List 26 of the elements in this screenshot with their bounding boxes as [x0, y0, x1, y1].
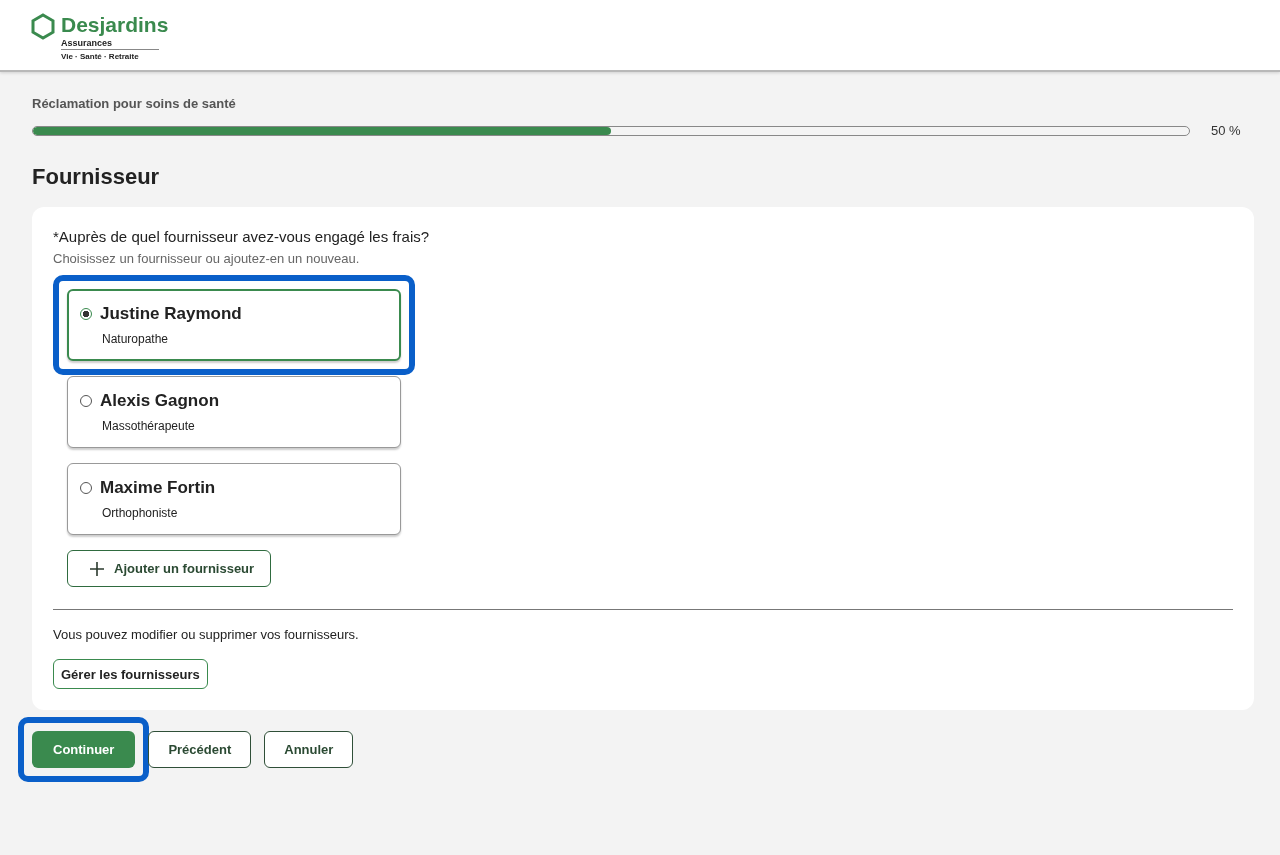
continue-button[interactable]: Continuer [32, 731, 136, 768]
question-label: *Auprès de quel fournisseur avez-vous engagé les frais? [53, 228, 431, 245]
logo-wordmark: Desjardins [61, 12, 169, 38]
provider-role: Massothérapeute [101, 419, 196, 433]
page-heading: Fournisseur [32, 164, 161, 190]
plus-icon [90, 561, 104, 576]
add-provider-button[interactable]: Ajouter un fournisseur [67, 550, 272, 587]
question-hint: Choisissez un fournisseur ou ajoutez-en un nouveau. [53, 251, 361, 266]
provider-option[interactable]: Maxime Fortin Orthophoniste [67, 463, 401, 535]
provider-name: Justine Raymond [100, 304, 242, 324]
provider-role: Naturopathe [101, 332, 170, 346]
progress-reading: 50 % [1211, 123, 1241, 138]
logo-tagline: Vie · Santé · Retraite [61, 52, 140, 61]
manage-providers-button[interactable]: Gérer les fournisseurs [53, 659, 208, 689]
provider-option[interactable]: Justine Raymond Naturopathe [67, 289, 401, 361]
radio-button[interactable] [80, 308, 92, 320]
provider-name: Maxime Fortin [100, 478, 216, 498]
provider-role: Orthophoniste [101, 506, 179, 520]
secondary-button[interactable]: Précédent [148, 731, 252, 768]
progress-label: Réclamation pour soins de santé [32, 96, 237, 111]
secondary-button[interactable]: Annuler [264, 731, 354, 768]
manage-note: Vous pouvez modifier ou supprimer vos fournisseurs. [53, 627, 360, 642]
hexagon-logo-icon [31, 13, 55, 40]
provider-option[interactable]: Alexis Gagnon Massothérapeute [67, 376, 401, 448]
logo-subtitle: Assurances [61, 38, 159, 50]
provider-name: Alexis Gagnon [100, 391, 220, 411]
